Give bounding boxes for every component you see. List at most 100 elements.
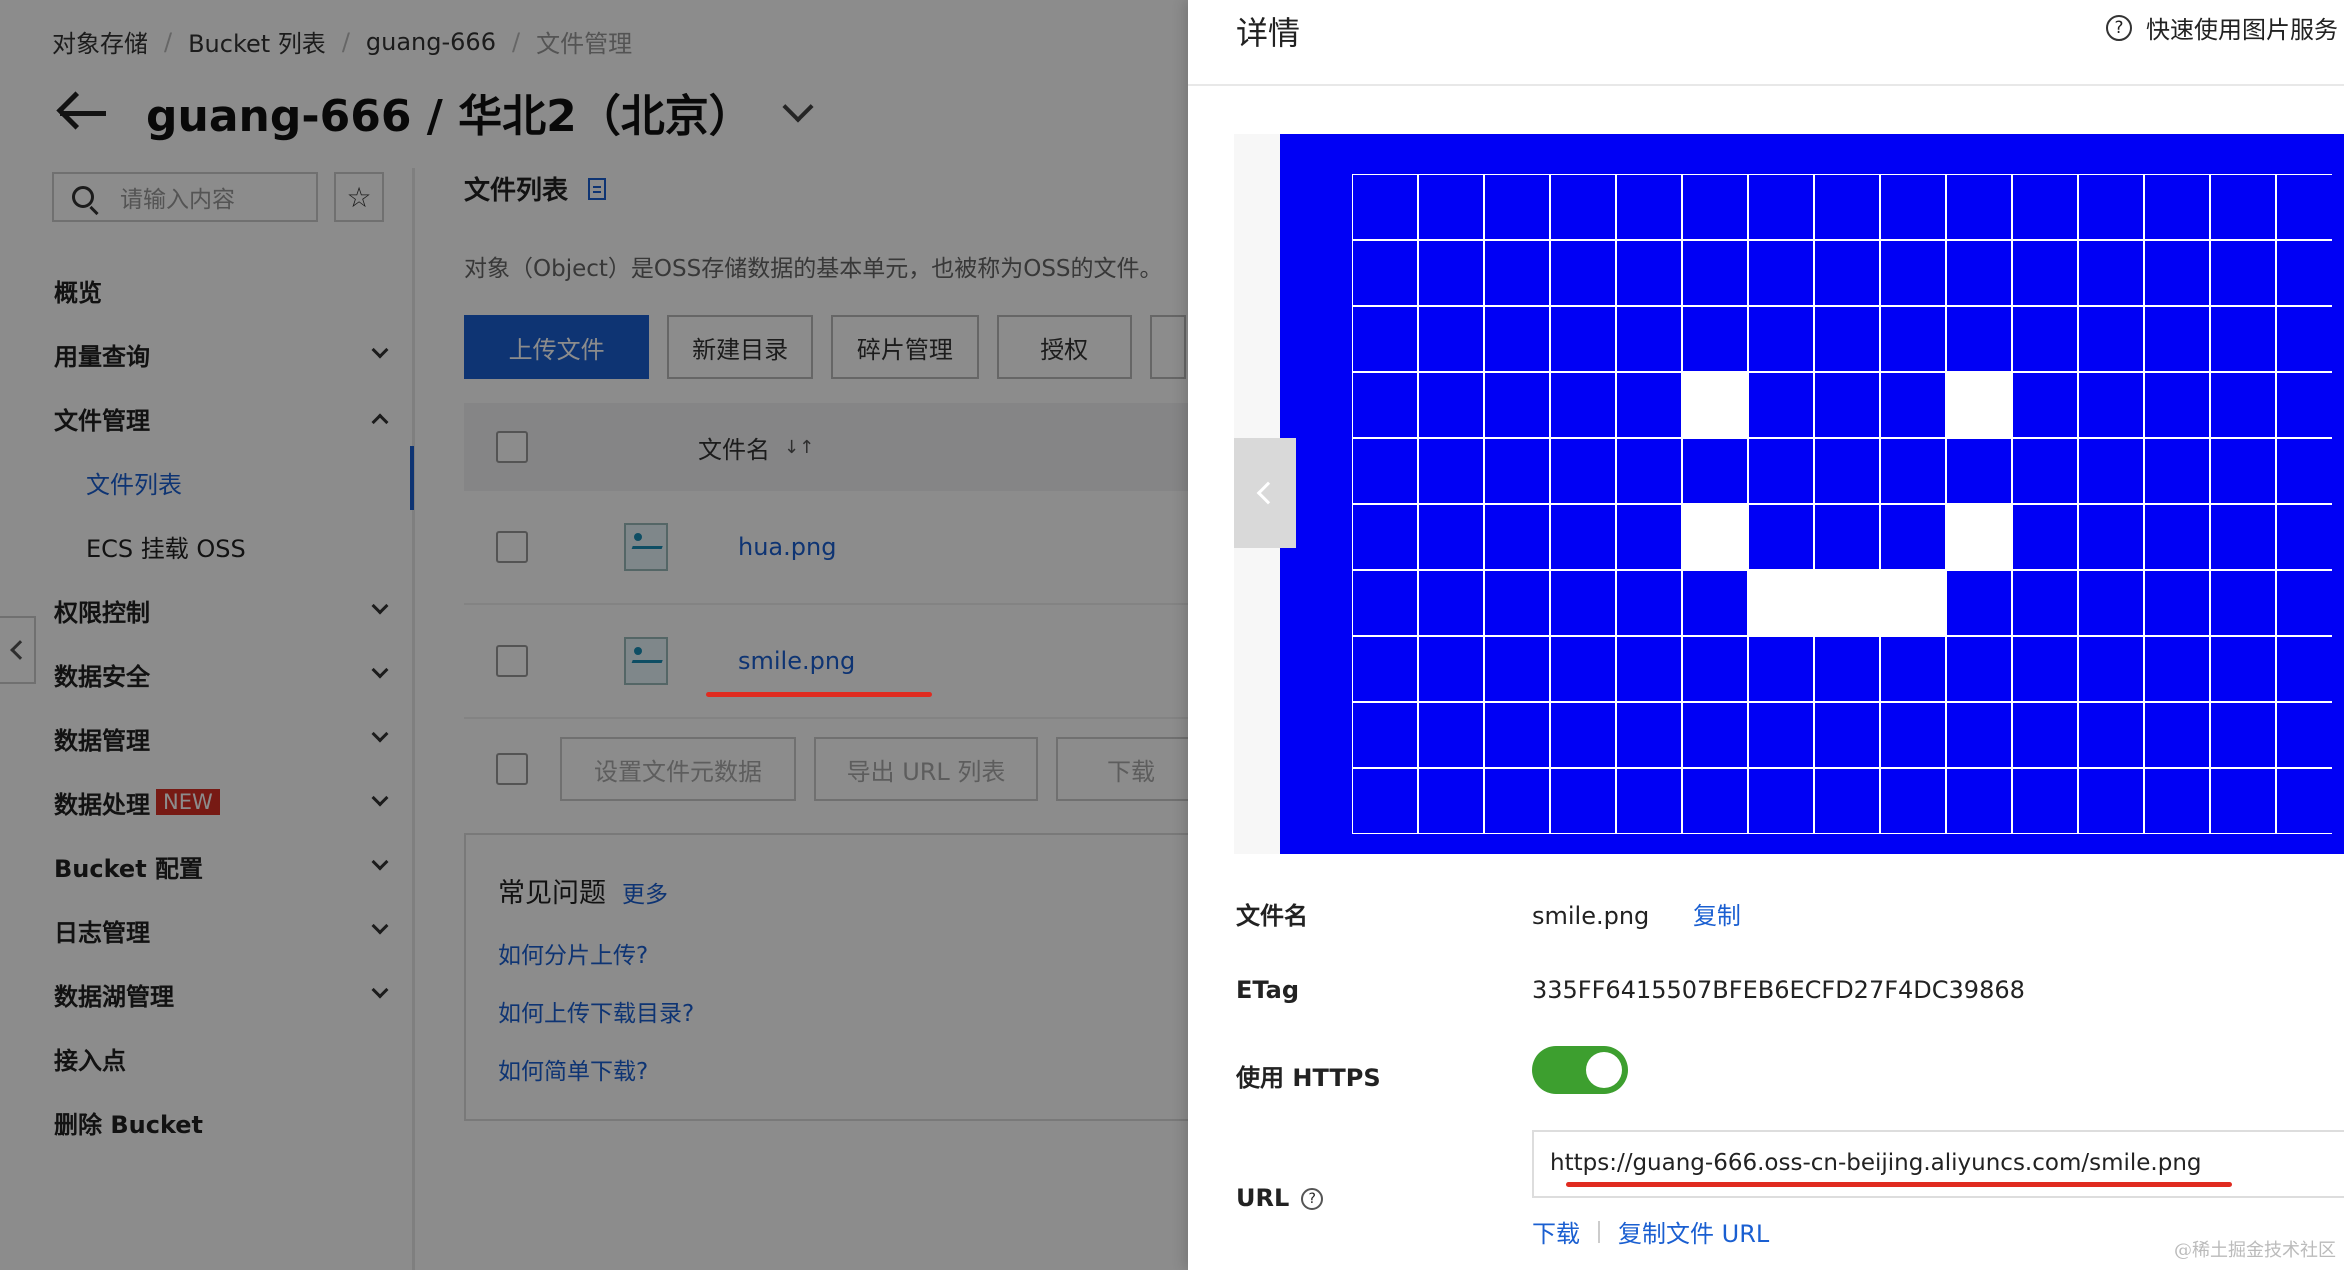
url-actions: 下载 复制文件 URL <box>1532 1214 1769 1249</box>
grid-cell <box>1417 305 1485 373</box>
grid-cell <box>1549 569 1617 637</box>
grid-cell <box>1813 174 1881 241</box>
grid-cell <box>1945 239 2013 307</box>
grid-cell <box>1352 305 1419 373</box>
grid-cell <box>1615 503 1683 571</box>
grid-cell <box>2077 239 2145 307</box>
grid-cell <box>2143 767 2211 834</box>
grid-cell <box>2011 503 2079 571</box>
grid-cell <box>1483 503 1551 571</box>
grid-cell <box>2275 305 2332 373</box>
grid-cell <box>1352 635 1419 703</box>
grid-cell <box>2011 174 2079 241</box>
grid-cell <box>2209 239 2277 307</box>
copy-filename-link[interactable]: 复制 <box>1693 902 1741 930</box>
grid-cell <box>1615 174 1683 241</box>
grid-cell <box>2275 174 2332 241</box>
grid-cell <box>1417 239 1485 307</box>
grid-cell <box>1549 635 1617 703</box>
grid-cell <box>2209 701 2277 769</box>
grid-cell <box>1813 239 1881 307</box>
grid-cell <box>2275 767 2332 834</box>
url-label-text: URL <box>1236 1184 1290 1212</box>
grid-cell <box>2143 371 2211 439</box>
grid-cell <box>2143 701 2211 769</box>
smile-pixel <box>1681 371 1749 439</box>
https-toggle[interactable] <box>1532 1046 1628 1094</box>
grid-cell <box>1681 767 1749 834</box>
https-label: 使用 HTTPS <box>1236 1064 1381 1092</box>
watermark: @稀土掘金技术社区 <box>2174 1240 2336 1261</box>
annotation-underline <box>1566 1182 2232 1187</box>
grid-cell <box>2143 174 2211 241</box>
grid-cell <box>2143 569 2211 637</box>
grid-cell <box>1813 635 1881 703</box>
grid-cell <box>2077 701 2145 769</box>
etag-value: 335FF6415507BFEB6ECFD27F4DC39868 <box>1532 976 2025 1004</box>
grid-cell <box>2143 635 2211 703</box>
grid-cell <box>2209 635 2277 703</box>
grid-cell <box>1352 767 1419 834</box>
previous-image-button[interactable] <box>1234 438 1296 548</box>
grid-cell <box>1879 371 1947 439</box>
grid-cell <box>2143 305 2211 373</box>
grid-cell <box>1945 569 2013 637</box>
copy-url-link[interactable]: 复制文件 URL <box>1618 1214 1769 1249</box>
grid-cell <box>2275 503 2332 571</box>
help-link-text: 快速使用图片服务 <box>2146 16 2338 44</box>
drawer-title: 详情 <box>1236 14 1301 52</box>
grid-cell <box>1747 305 1815 373</box>
grid-cell <box>2209 767 2277 834</box>
grid-cell <box>1879 174 1947 241</box>
divider <box>1598 1220 1600 1243</box>
grid-cell <box>2077 767 2145 834</box>
grid-cell <box>1549 371 1617 439</box>
grid-cell <box>1879 305 1947 373</box>
grid-cell <box>1747 503 1815 571</box>
grid-cell <box>1681 569 1749 637</box>
smile-pixel <box>1747 569 1815 637</box>
smile-pixel <box>1945 503 2013 571</box>
grid-cell <box>1417 503 1485 571</box>
grid-cell <box>1879 503 1947 571</box>
grid-cell <box>1879 437 1947 505</box>
help-icon: ? <box>2106 14 2132 41</box>
url-field[interactable]: https://guang-666.oss-cn-beijing.aliyunc… <box>1532 1130 2344 1198</box>
grid-cell <box>1879 701 1947 769</box>
grid-cell <box>1352 701 1419 769</box>
grid-cell <box>2011 371 2079 439</box>
grid-cell <box>2209 437 2277 505</box>
grid-cell <box>1813 305 1881 373</box>
grid-cell <box>1483 174 1551 241</box>
grid-cell <box>2275 635 2332 703</box>
grid-cell <box>1352 503 1419 571</box>
grid-cell <box>1747 767 1815 834</box>
image-preview <box>1234 134 2344 854</box>
grid-cell <box>1483 635 1551 703</box>
grid-cell <box>1549 305 1617 373</box>
grid-cell <box>2077 305 2145 373</box>
grid-cell <box>2275 569 2332 637</box>
grid-cell <box>2209 305 2277 373</box>
grid-cell <box>1483 239 1551 307</box>
file-management-page: 对象存储 / Bucket 列表 / guang-666 / 文件管理 guan… <box>0 0 1188 1270</box>
modal-overlay[interactable] <box>0 0 1188 1270</box>
download-link[interactable]: 下载 <box>1532 1214 1580 1249</box>
grid-cell <box>1483 701 1551 769</box>
grid-cell <box>2209 174 2277 241</box>
grid-cell <box>2011 569 2079 637</box>
image-service-help-link[interactable]: ? 快速使用图片服务 <box>2106 10 2338 45</box>
help-icon[interactable]: ? <box>1301 1188 1324 1210</box>
grid-cell <box>1549 503 1617 571</box>
grid-cell <box>1813 437 1881 505</box>
grid-cell <box>1483 569 1551 637</box>
grid-cell <box>1352 239 1419 307</box>
grid-cell <box>2011 635 2079 703</box>
grid-cell <box>1747 701 1815 769</box>
grid-cell <box>1879 239 1947 307</box>
smile-pixel <box>1681 503 1749 571</box>
grid-cell <box>1483 767 1551 834</box>
grid-cell <box>2209 503 2277 571</box>
grid-cell <box>2077 437 2145 505</box>
grid-cell <box>2077 569 2145 637</box>
